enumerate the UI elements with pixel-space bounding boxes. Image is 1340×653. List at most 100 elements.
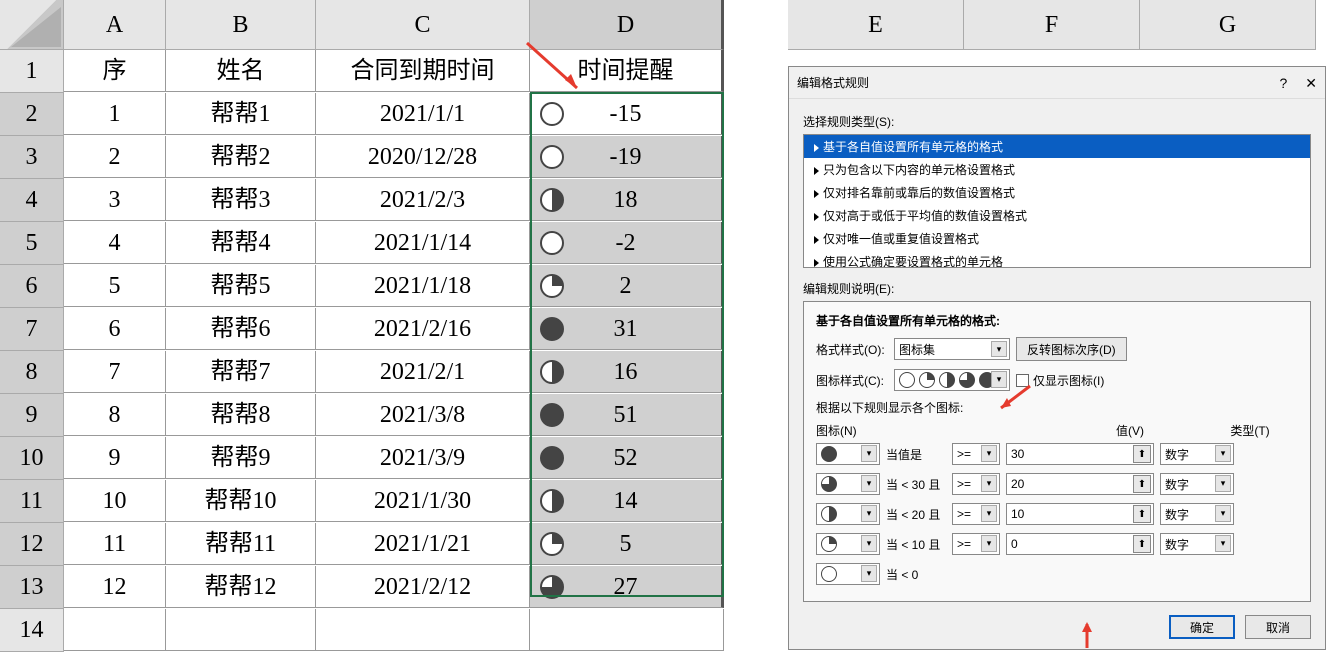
col-header-D[interactable]: D [530,0,724,50]
cell[interactable]: -2 [530,222,724,264]
row-header[interactable]: 11 [0,480,64,523]
row-header[interactable]: 8 [0,351,64,394]
cell[interactable]: 3 [64,179,166,221]
cell[interactable]: 2021/1/21 [316,523,530,565]
ok-button[interactable]: 确定 [1169,615,1235,639]
cell[interactable] [316,609,530,651]
rule-type-item[interactable]: 仅对高于或低于平均值的数值设置格式 [804,204,1310,227]
cell[interactable]: 帮帮2 [166,136,316,178]
cell[interactable] [530,609,724,651]
rule-type-item[interactable]: 仅对排名靠前或靠后的数值设置格式 [804,181,1310,204]
range-picker-icon[interactable]: ⬆ [1133,475,1151,493]
rule-type-item[interactable]: 使用公式确定要设置格式的单元格 [804,250,1310,268]
type-combo[interactable]: 数字▾ [1160,533,1234,555]
cell[interactable]: 16 [530,351,724,393]
cell[interactable]: 2021/2/3 [316,179,530,221]
cell[interactable]: 52 [530,437,724,479]
cell[interactable]: 帮帮6 [166,308,316,350]
cell[interactable]: 2021/3/9 [316,437,530,479]
row-header[interactable]: 13 [0,566,64,609]
cell[interactable]: 2 [530,265,724,307]
row-header[interactable]: 14 [0,609,64,652]
cell[interactable]: 6 [64,308,166,350]
cell[interactable] [64,609,166,651]
cell[interactable]: 2021/1/14 [316,222,530,264]
show-icon-only-checkbox[interactable]: 仅显示图标(I) [1016,372,1104,389]
cell[interactable]: 1 [64,93,166,135]
range-picker-icon[interactable]: ⬆ [1133,535,1151,553]
cell[interactable]: 2021/1/1 [316,93,530,135]
type-combo[interactable]: 数字▾ [1160,443,1234,465]
cell[interactable]: 合同到期时间 [316,50,530,92]
cell[interactable]: 帮帮4 [166,222,316,264]
operator-combo[interactable]: >=▾ [952,473,1000,495]
cell[interactable]: 12 [64,566,166,608]
operator-combo[interactable]: >=▾ [952,443,1000,465]
rule-type-item[interactable]: 仅对唯一值或重复值设置格式 [804,227,1310,250]
row-header[interactable]: 3 [0,136,64,179]
cell[interactable]: 2021/2/16 [316,308,530,350]
cell[interactable]: 2021/2/12 [316,566,530,608]
cell[interactable]: 帮帮1 [166,93,316,135]
cell[interactable]: 2 [64,136,166,178]
cell[interactable]: 8 [64,394,166,436]
close-icon[interactable]: ✕ [1305,67,1317,99]
cell[interactable]: 帮帮7 [166,351,316,393]
cell[interactable]: 2021/2/1 [316,351,530,393]
cell[interactable]: 2021/1/30 [316,480,530,522]
value-input[interactable]: 0⬆ [1006,533,1154,555]
row-header[interactable]: 12 [0,523,64,566]
col-header-F[interactable]: F [964,0,1140,50]
icon-picker[interactable]: ▾ [816,533,880,555]
cell[interactable]: 5 [530,523,724,565]
col-header-A[interactable]: A [64,0,166,50]
cell[interactable]: 姓名 [166,50,316,92]
rule-type-item[interactable]: 只为包含以下内容的单元格设置格式 [804,158,1310,181]
type-combo[interactable]: 数字▾ [1160,473,1234,495]
cell[interactable]: 帮帮8 [166,394,316,436]
cell[interactable]: 帮帮12 [166,566,316,608]
row-header[interactable]: 2 [0,93,64,136]
icon-style-combo[interactable]: ▾ [894,369,1010,391]
row-header[interactable]: 7 [0,308,64,351]
cell[interactable]: 9 [64,437,166,479]
cell[interactable]: 序 [64,50,166,92]
cell[interactable]: 帮帮5 [166,265,316,307]
cell[interactable]: 7 [64,351,166,393]
cell[interactable]: 帮帮9 [166,437,316,479]
col-header-C[interactable]: C [316,0,530,50]
cell[interactable] [166,609,316,651]
range-picker-icon[interactable]: ⬆ [1133,445,1151,463]
col-header-E[interactable]: E [788,0,964,50]
cell[interactable]: 帮帮3 [166,179,316,221]
cell[interactable]: 18 [530,179,724,221]
icon-picker[interactable]: ▾ [816,563,880,585]
format-style-combo[interactable]: 图标集 ▾ [894,338,1010,360]
icon-picker[interactable]: ▾ [816,443,880,465]
select-all-corner[interactable] [0,0,64,50]
row-header[interactable]: 6 [0,265,64,308]
cell[interactable]: 2020/12/28 [316,136,530,178]
cell[interactable]: 27 [530,566,724,608]
cell[interactable]: 11 [64,523,166,565]
col-header-B[interactable]: B [166,0,316,50]
rule-type-item[interactable]: 基于各自值设置所有单元格的格式 [804,135,1310,158]
cell[interactable]: 51 [530,394,724,436]
cancel-button[interactable]: 取消 [1245,615,1311,639]
cell[interactable]: 14 [530,480,724,522]
cell[interactable]: 帮帮10 [166,480,316,522]
rule-type-list[interactable]: 基于各自值设置所有单元格的格式只为包含以下内容的单元格设置格式仅对排名靠前或靠后… [803,134,1311,268]
operator-combo[interactable]: >=▾ [952,503,1000,525]
cell[interactable]: 帮帮11 [166,523,316,565]
row-header[interactable]: 10 [0,437,64,480]
operator-combo[interactable]: >=▾ [952,533,1000,555]
col-header-G[interactable]: G [1140,0,1316,50]
type-combo[interactable]: 数字▾ [1160,503,1234,525]
row-header[interactable]: 4 [0,179,64,222]
cell[interactable]: -15 [530,93,724,135]
cell[interactable]: -19 [530,136,724,178]
value-input[interactable]: 30⬆ [1006,443,1154,465]
cell[interactable]: 31 [530,308,724,350]
row-header[interactable]: 9 [0,394,64,437]
row-header[interactable]: 5 [0,222,64,265]
